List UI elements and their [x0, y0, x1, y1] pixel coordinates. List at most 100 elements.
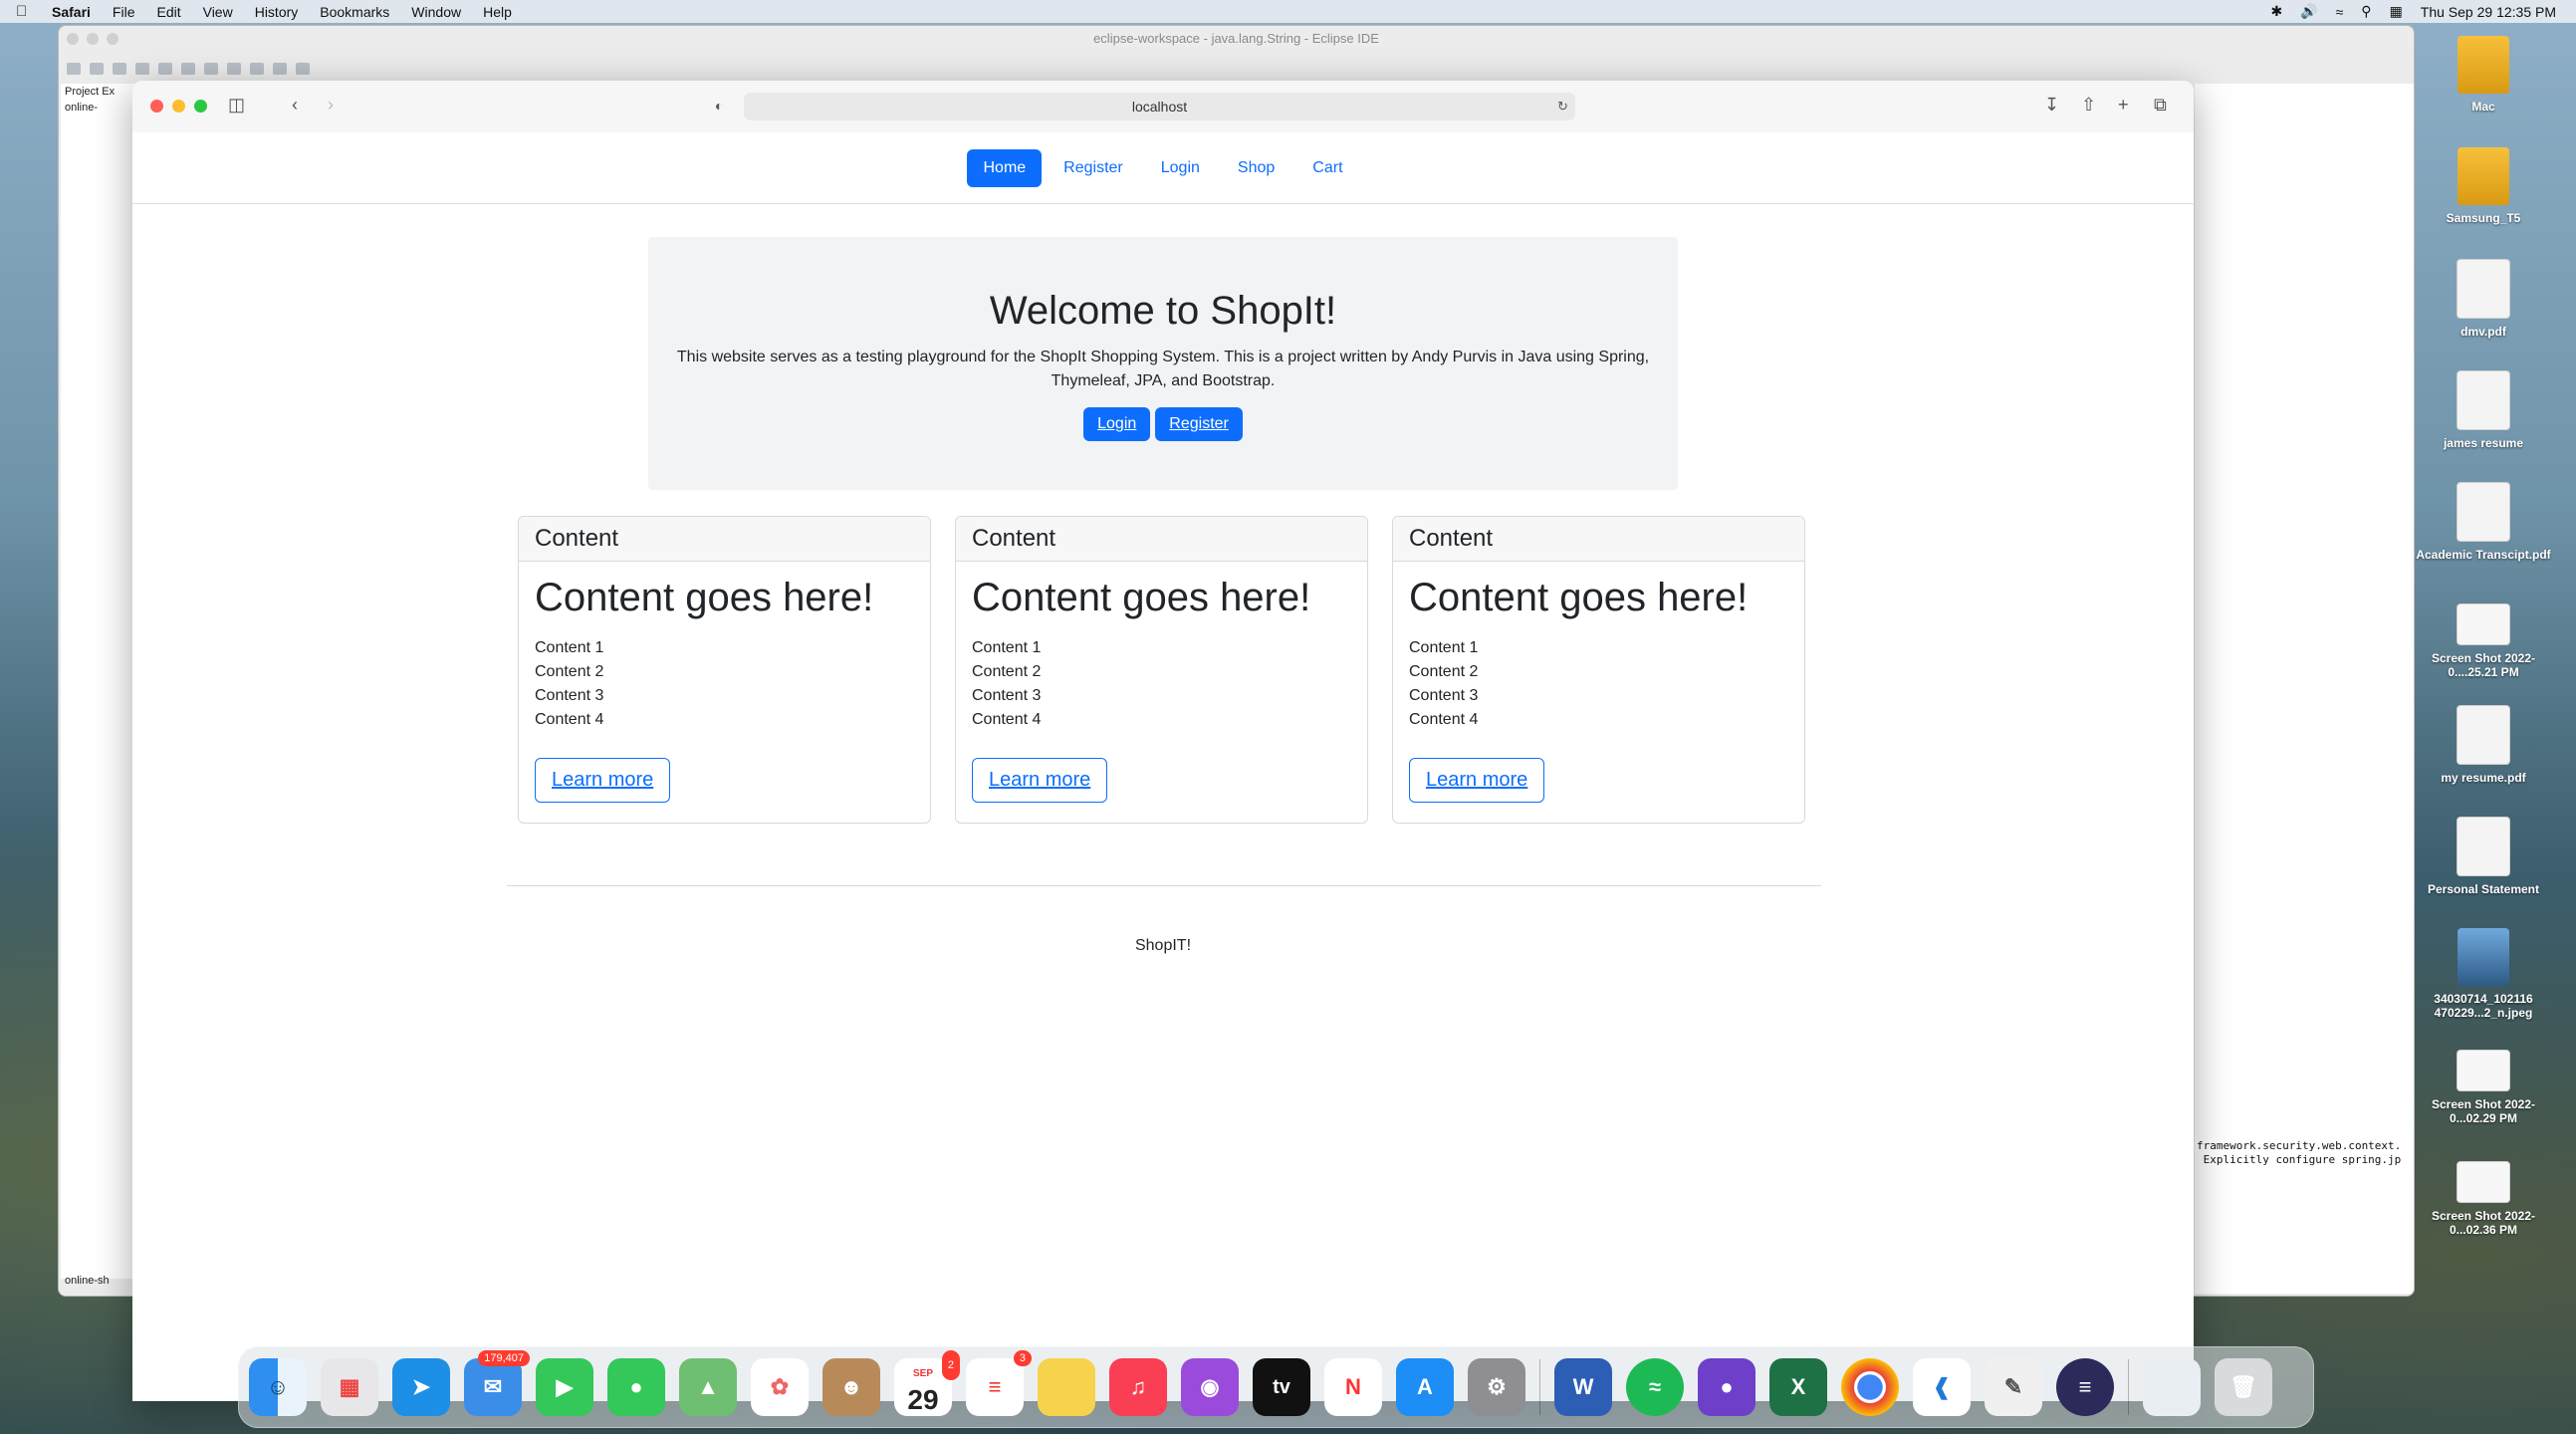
app-store-icon[interactable]: A — [1396, 1358, 1454, 1416]
menubar-clock[interactable]: Thu Sep 29 12:35 PM — [2421, 4, 2556, 20]
contacts-icon[interactable]: ☻ — [822, 1358, 880, 1416]
back-icon[interactable] — [273, 63, 287, 75]
menu-view[interactable]: View — [203, 4, 233, 20]
photos-icon[interactable]: ✿ — [751, 1358, 809, 1416]
menu-bookmarks[interactable]: Bookmarks — [320, 4, 389, 20]
reload-icon[interactable]: ↻ — [1557, 99, 1568, 115]
desktop-item[interactable]: james resume — [2414, 370, 2553, 450]
learn-more-button[interactable]: Learn more — [1409, 758, 1545, 803]
desktop-item[interactable]: 34030714_102116 470229...2_n.jpeg — [2414, 928, 2553, 1020]
bluetooth-icon[interactable]: ✱ — [2270, 3, 2282, 20]
nav-login[interactable]: Login — [1145, 149, 1216, 187]
menu-history[interactable]: History — [255, 4, 299, 20]
back-icon[interactable]: ‹ — [292, 95, 298, 116]
pdf-icon — [2457, 705, 2510, 765]
learn-more-button[interactable]: Learn more — [535, 758, 671, 803]
desktop-item[interactable]: dmv.pdf — [2414, 259, 2553, 339]
hero-login-button[interactable]: Login — [1083, 407, 1151, 441]
project-explorer-tab[interactable]: Project Ex — [61, 84, 140, 100]
eclipse-close-button[interactable] — [67, 33, 79, 45]
tv-label: tv — [1273, 1375, 1290, 1398]
vscode-icon[interactable]: ❰ — [1913, 1358, 1971, 1416]
menu-app-name[interactable]: Safari — [52, 4, 91, 20]
github-desktop-icon[interactable]: ● — [1698, 1358, 1756, 1416]
calendar-day: 29 — [907, 1384, 939, 1415]
downloads-icon[interactable]: ↧ — [2044, 95, 2059, 116]
status-project-item[interactable]: online-sh — [61, 1273, 114, 1289]
new-tab-icon[interactable]: + — [2118, 95, 2129, 116]
apple-menu-icon[interactable]:  — [16, 3, 34, 20]
safari-icon[interactable]: ➤ — [392, 1358, 450, 1416]
menu-help[interactable]: Help — [483, 4, 512, 20]
nav-cart[interactable]: Cart — [1296, 149, 1358, 187]
share-icon[interactable]: ⇧ — [2081, 95, 2096, 116]
desktop-item[interactable]: my resume.pdf — [2414, 705, 2553, 785]
content-card: Content Content goes here! Content 1 Con… — [518, 516, 931, 824]
menu-window[interactable]: Window — [411, 4, 461, 20]
desktop-item[interactable]: Mac — [2414, 36, 2553, 114]
music-icon[interactable]: ♫ — [1109, 1358, 1167, 1416]
downloads-stack-icon[interactable] — [2143, 1358, 2201, 1416]
privacy-shield-icon[interactable]: ◐ — [715, 98, 723, 114]
script-editor-icon[interactable]: ✎ — [1985, 1358, 2042, 1416]
list-item: Content 2 — [535, 663, 604, 680]
print-icon[interactable] — [113, 63, 126, 75]
desktop-item-label: dmv.pdf — [2460, 325, 2506, 339]
control-center-icon[interactable]: ▦ — [2390, 3, 2403, 20]
run-icon[interactable] — [158, 63, 172, 75]
debug-icon[interactable] — [135, 63, 149, 75]
reminders-icon[interactable]: ≡ 3 — [966, 1350, 1032, 1416]
microsoft-word-icon[interactable]: W — [1554, 1358, 1612, 1416]
news-icon[interactable]: N — [1324, 1358, 1382, 1416]
save-icon[interactable] — [90, 63, 104, 75]
forward-icon[interactable] — [296, 63, 310, 75]
nav-home[interactable]: Home — [967, 148, 1043, 187]
search-icon[interactable] — [250, 63, 264, 75]
desktop-item[interactable]: Academic Transcipt.pdf — [2414, 482, 2553, 562]
messages-icon[interactable]: ● — [607, 1358, 665, 1416]
maps-icon[interactable]: ▲ — [679, 1358, 737, 1416]
microsoft-excel-icon[interactable]: X — [1769, 1358, 1827, 1416]
apple-tv-icon[interactable]: tv — [1253, 1358, 1310, 1416]
open-type-icon[interactable] — [227, 63, 241, 75]
new-java-project-icon[interactable] — [204, 63, 218, 75]
safari-minimize-button[interactable] — [172, 100, 185, 113]
eclipse-zoom-button[interactable] — [107, 33, 118, 45]
system-preferences-icon[interactable]: ⚙ — [1468, 1358, 1525, 1416]
safari-zoom-button[interactable] — [194, 100, 207, 113]
safari-close-button[interactable] — [150, 100, 163, 113]
launchpad-icon[interactable]: ▦ — [321, 1358, 378, 1416]
facetime-icon[interactable]: ▶ — [536, 1358, 593, 1416]
mail-icon[interactable]: ✉ 179,407 — [464, 1350, 530, 1416]
eclipse-icon[interactable]: ≡ — [2056, 1358, 2114, 1416]
project-tree-item[interactable]: online- — [61, 100, 140, 116]
wifi-icon[interactable]: ≈ — [2336, 4, 2344, 20]
menu-edit[interactable]: Edit — [156, 4, 180, 20]
menu-file[interactable]: File — [113, 4, 135, 20]
notes-icon[interactable] — [1038, 1358, 1095, 1416]
calendar-icon[interactable]: SEP 29 2 — [894, 1350, 960, 1416]
podcasts-icon[interactable]: ◉ — [1181, 1358, 1239, 1416]
hero-register-button[interactable]: Register — [1155, 407, 1243, 441]
sidebar-toggle-icon[interactable]: ◫ — [228, 95, 245, 116]
address-bar[interactable]: localhost — [744, 93, 1575, 120]
tab-overview-icon[interactable]: ⧉ — [2154, 95, 2167, 116]
eclipse-minimize-button[interactable] — [87, 33, 99, 45]
search-icon[interactable]: ⚲ — [2361, 3, 2371, 20]
forward-icon[interactable]: › — [328, 95, 334, 116]
desktop-item[interactable]: Personal Statement — [2414, 817, 2553, 896]
nav-shop[interactable]: Shop — [1222, 149, 1290, 187]
desktop-item[interactable]: Samsung_T5 — [2414, 147, 2553, 225]
desktop-item[interactable]: Screen Shot 2022-0....25.21 PM — [2414, 594, 2553, 679]
new-icon[interactable] — [67, 63, 81, 75]
volume-icon[interactable]: 🔊 — [2300, 3, 2317, 20]
chrome-icon[interactable] — [1841, 1358, 1899, 1416]
trash-icon[interactable]: 🗑 — [2215, 1358, 2272, 1416]
desktop-item[interactable]: Screen Shot 2022-0...02.36 PM — [2414, 1151, 2553, 1237]
spotify-icon[interactable]: ≈ — [1626, 1358, 1684, 1416]
nav-register[interactable]: Register — [1048, 149, 1139, 187]
external-tools-icon[interactable] — [181, 63, 195, 75]
finder-icon[interactable]: ☺ — [249, 1358, 307, 1416]
learn-more-button[interactable]: Learn more — [972, 758, 1108, 803]
desktop-item[interactable]: Screen Shot 2022-0...02.29 PM — [2414, 1040, 2553, 1125]
